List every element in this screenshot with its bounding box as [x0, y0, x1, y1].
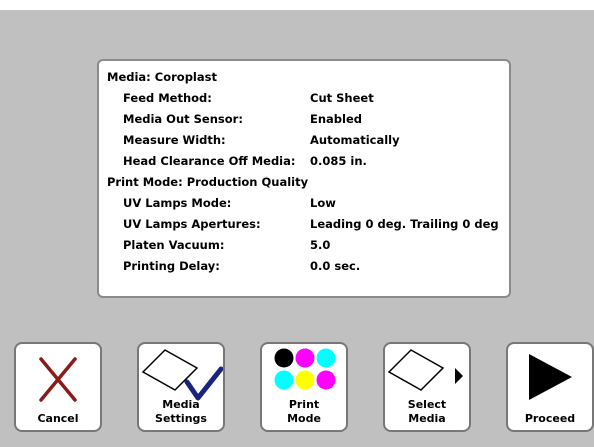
proceed-label: Proceed [524, 412, 576, 425]
measure-width-label: Measure Width: [123, 133, 226, 147]
head-clearance-value: 0.085 in. [310, 154, 367, 168]
head-clearance-label: Head Clearance Off Media: [123, 154, 296, 168]
uv-lamps-apertures-label: UV Lamps Apertures: [123, 217, 261, 231]
cancel-label: Cancel [37, 412, 79, 425]
cmyk-dots-icon [274, 348, 336, 390]
print-mode-label-line2: Mode [287, 412, 321, 425]
feed-method-value: Cut Sheet [310, 91, 374, 105]
select-media-button[interactable]: Select Media [383, 342, 471, 432]
uv-lamps-apertures-value: Leading 0 deg. Trailing 0 deg [310, 217, 499, 231]
media-check-icon [141, 349, 223, 401]
print-mode-button[interactable]: Print Mode [260, 342, 348, 432]
uv-lamps-mode-value: Low [310, 196, 336, 210]
select-media-label-line2: Media [408, 412, 446, 425]
proceed-button[interactable]: Proceed [506, 342, 594, 432]
platen-vacuum-value: 5.0 [310, 238, 331, 252]
select-media-label-line1: Select [407, 398, 447, 411]
top-bar [0, 0, 594, 10]
media-out-sensor-value: Enabled [310, 112, 363, 126]
cancel-button[interactable]: Cancel [14, 342, 102, 432]
media-out-sensor-label: Media Out Sensor: [123, 112, 243, 126]
printing-delay-label: Printing Delay: [123, 259, 220, 273]
media-settings-button[interactable]: Media Settings [137, 342, 225, 432]
x-icon [39, 357, 77, 402]
feed-method-label: Feed Method: [123, 91, 212, 105]
measure-width-value: Automatically [310, 133, 400, 147]
uv-lamps-mode-label: UV Lamps Mode: [123, 196, 232, 210]
play-icon [529, 354, 572, 400]
media-settings-label-line2: Settings [155, 412, 207, 425]
printing-delay-value: 0.0 sec. [310, 259, 361, 273]
print-mode-label-line1: Print [288, 398, 320, 411]
media-settings-label-line1: Media [162, 398, 200, 411]
platen-vacuum-label: Platen Vacuum: [123, 238, 225, 252]
media-heading: Media: Coroplast [107, 70, 217, 84]
print-mode-heading: Print Mode: Production Quality [107, 175, 309, 189]
media-arrow-icon [387, 349, 463, 391]
settings-summary-panel: Media: Coroplast Feed Method: Cut Sheet … [97, 59, 511, 298]
